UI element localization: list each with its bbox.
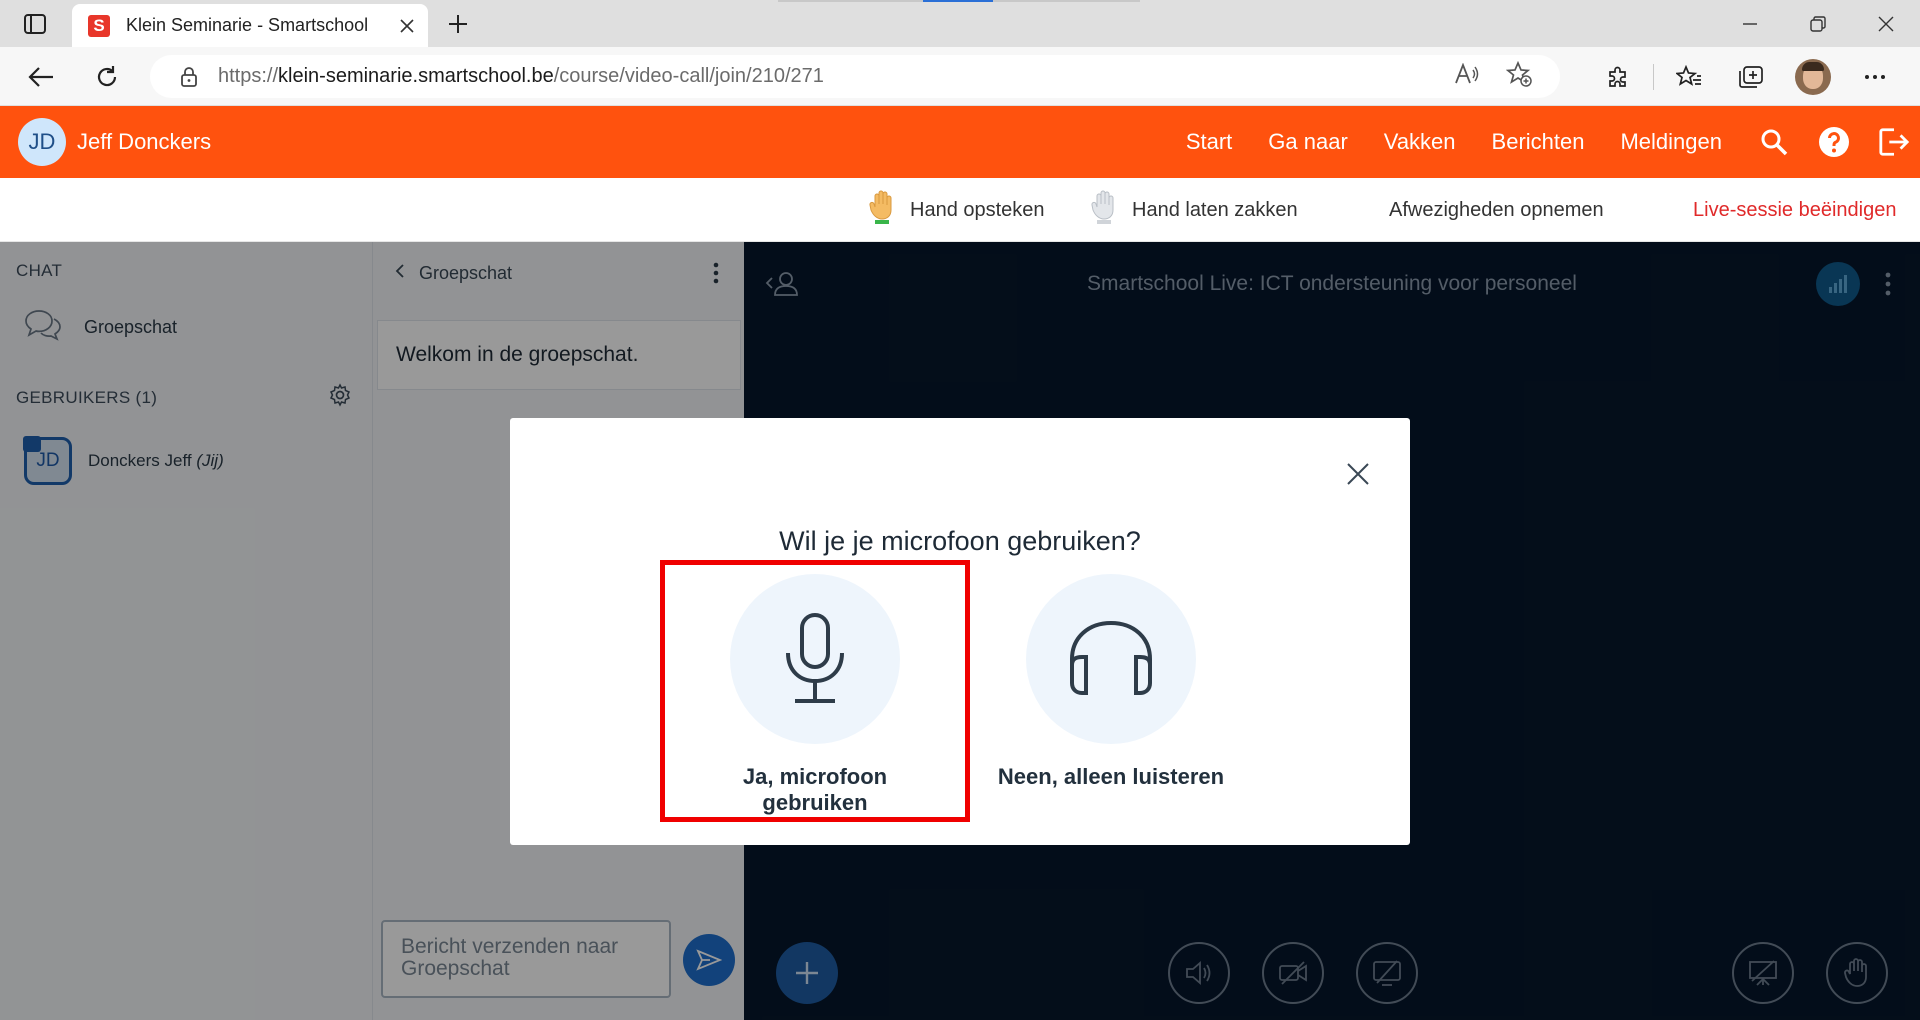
more-options-icon[interactable] <box>1844 55 1906 98</box>
highlight-annotation-box <box>660 560 970 822</box>
main-navigation: Start Ga naar Vakken Berichten Meldingen <box>1186 106 1920 178</box>
profile-button[interactable] <box>1782 55 1844 98</box>
browser-address-bar: https://klein-seminarie.smartschool.be/c… <box>0 47 1920 106</box>
smartschool-favicon-icon: S <box>88 14 110 37</box>
lock-icon[interactable] <box>178 66 200 88</box>
url-text: https://klein-seminarie.smartschool.be/c… <box>218 65 824 87</box>
nav-ga-naar[interactable]: Ga naar <box>1268 129 1348 155</box>
search-icon[interactable] <box>1758 126 1790 158</box>
url-field[interactable]: https://klein-seminarie.smartschool.be/c… <box>150 55 1560 98</box>
add-favorite-star-icon[interactable] <box>1505 60 1532 92</box>
listen-only-label: Neen, alleen luisteren <box>997 764 1225 789</box>
raise-hand-label: Hand opsteken <box>910 198 1045 221</box>
user-name[interactable]: Jeff Donckers <box>77 129 211 155</box>
help-icon[interactable] <box>1818 126 1850 158</box>
close-tab-icon[interactable] <box>392 11 422 41</box>
browser-tab-bar: S Klein Seminarie - Smartschool <box>0 0 1920 47</box>
audio-choice-modal: Wil je je microfoon gebruiken? Ja, micro… <box>510 418 1410 845</box>
browser-tab[interactable]: S Klein Seminarie - Smartschool <box>72 4 428 47</box>
profile-avatar <box>1795 58 1831 95</box>
nav-vakken[interactable]: Vakken <box>1384 129 1456 155</box>
headphones-icon <box>1070 620 1152 695</box>
session-toolbar: Hand opsteken Hand laten zakken Afwezigh… <box>0 178 1920 242</box>
close-icon[interactable] <box>1340 456 1376 492</box>
raise-hand-button[interactable]: Hand opsteken <box>868 178 1045 242</box>
nav-meldingen[interactable]: Meldingen <box>1620 129 1722 155</box>
record-absences-button[interactable]: Afwezigheden opnemen <box>1389 178 1604 242</box>
collections-icon[interactable] <box>1720 55 1782 98</box>
app-header: JD Jeff Donckers Start Ga naar Vakken Be… <box>0 106 1920 178</box>
window-controls <box>1716 0 1920 47</box>
raised-hand-icon <box>868 189 898 231</box>
extensions-puzzle-icon[interactable] <box>1587 55 1649 98</box>
tab-actions-icon[interactable] <box>14 8 56 40</box>
nav-berichten[interactable]: Berichten <box>1492 129 1585 155</box>
tab-title: Klein Seminarie - Smartschool <box>126 15 369 35</box>
listen-only-button[interactable]: Neen, alleen luisteren <box>986 574 1236 790</box>
back-arrow-icon[interactable] <box>22 59 60 95</box>
minimize-icon[interactable] <box>1716 0 1784 47</box>
close-window-icon[interactable] <box>1852 0 1920 47</box>
end-session-button[interactable]: Live-sessie beëindigen <box>1693 178 1896 242</box>
read-aloud-icon[interactable] <box>1454 62 1480 90</box>
new-tab-icon[interactable] <box>440 8 476 40</box>
refresh-icon[interactable] <box>88 59 126 95</box>
restore-icon[interactable] <box>1784 0 1852 47</box>
lowered-hand-icon <box>1090 189 1120 231</box>
favorites-icon[interactable] <box>1658 55 1720 98</box>
lower-hand-button[interactable]: Hand laten zakken <box>1090 178 1298 242</box>
headphones-circle <box>1026 574 1196 744</box>
modal-question: Wil je je microfoon gebruiken? <box>779 526 1141 556</box>
tab-strip-indicator <box>778 0 1140 2</box>
user-avatar[interactable]: JD <box>18 118 66 166</box>
nav-start[interactable]: Start <box>1186 129 1232 155</box>
logout-icon[interactable] <box>1878 126 1910 158</box>
lower-hand-label: Hand laten zakken <box>1132 198 1298 221</box>
toolbar-divider <box>1653 63 1654 90</box>
